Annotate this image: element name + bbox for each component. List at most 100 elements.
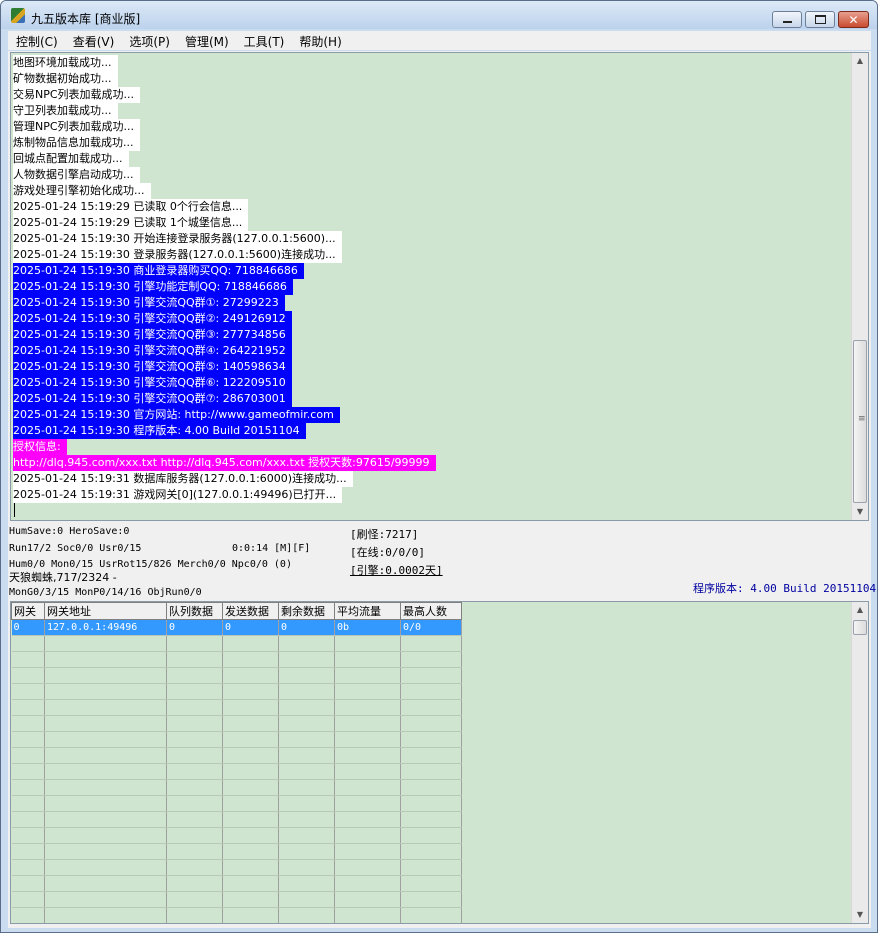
empty-row <box>11 795 462 812</box>
empty-cell <box>44 747 167 764</box>
empty-cell <box>278 651 335 668</box>
log-line-text: 2025-01-24 15:19:29 已读取 1个城堡信息... <box>13 215 249 231</box>
log-line-text: 2025-01-24 15:19:30 登录服务器(127.0.0.1:5600… <box>13 247 342 263</box>
empty-cell <box>166 891 223 908</box>
empty-cell <box>166 715 223 732</box>
empty-cell <box>166 747 223 764</box>
close-button[interactable]: ✕ <box>838 11 869 28</box>
log-line: 2025-01-24 15:19:29 已读取 1个城堡信息... <box>13 215 436 231</box>
empty-cell <box>11 875 45 892</box>
menu-help[interactable]: 帮助(H) <box>291 31 348 50</box>
client-area: 地图环境加载成功... 矿物数据初始成功... 交易NPC列表加载成功... 守卫列表… <box>8 51 876 928</box>
empty-cell <box>222 779 279 796</box>
log-line: 2025-01-24 15:19:29 已读取 0个行会信息... <box>13 199 436 215</box>
empty-cell <box>400 795 462 812</box>
empty-cell <box>11 827 45 844</box>
empty-cell <box>278 683 335 700</box>
empty-cell <box>222 683 279 700</box>
log-line: 授权信息: <box>13 439 436 455</box>
empty-cell <box>278 699 335 716</box>
col-queue[interactable]: 队列数据 <box>166 602 223 620</box>
empty-cell <box>44 763 167 780</box>
empty-cell <box>222 795 279 812</box>
empty-cell <box>44 859 167 876</box>
menu-tools[interactable]: 工具(T) <box>236 31 292 50</box>
log-line-text: 2025-01-24 15:19:30 引擎交流QQ群⑦: 286703001 <box>13 391 292 407</box>
menu-options[interactable]: 选项(P) <box>121 31 177 50</box>
col-gateway[interactable]: 网关 <box>11 602 45 620</box>
log-line: 2025-01-24 15:19:30 引擎交流QQ群⑦: 286703001 <box>13 391 436 407</box>
empty-cell <box>44 635 167 652</box>
empty-cell <box>334 763 401 780</box>
empty-cell <box>11 635 45 652</box>
empty-cell <box>44 715 167 732</box>
empty-cell <box>334 907 401 923</box>
title-bar[interactable]: 九五版本库 [商业版] ✕ <box>1 1 877 29</box>
empty-cell <box>166 843 223 860</box>
log-line-text: 2025-01-24 15:19:30 引擎功能定制QQ: 718846686 <box>13 279 293 295</box>
col-address[interactable]: 网关地址 <box>44 602 167 620</box>
log-line: http://dlq.945.com/xxx.txt http://dlq.94… <box>13 455 436 471</box>
empty-cell <box>222 891 279 908</box>
table-row[interactable]: 0 127.0.0.1:49496 0 0 0 0b 0/0 <box>11 619 462 636</box>
col-avg-traffic[interactable]: 平均流量 <box>334 602 401 620</box>
cell-avg-traffic: 0b <box>334 619 401 636</box>
col-max-users[interactable]: 最高人数 <box>400 602 462 620</box>
empty-cell <box>278 827 335 844</box>
log-panel[interactable]: 地图环境加载成功... 矿物数据初始成功... 交易NPC列表加载成功... 守卫列表… <box>10 52 869 521</box>
empty-cell <box>400 683 462 700</box>
log-line: 2025-01-24 15:19:30 引擎交流QQ群⑥: 122209510 <box>13 375 436 391</box>
empty-cell <box>166 635 223 652</box>
log-scrollbar[interactable]: ▲ ≡ ▼ <box>851 53 868 520</box>
status-panel: HumSave:0 HeroSave:0 Run17/2 Soc0/0 Usr0… <box>8 523 876 599</box>
grid-scroll-down-icon[interactable]: ▼ <box>852 907 868 923</box>
status-refresh: [刷怪:7217] <box>350 528 419 541</box>
empty-cell <box>44 651 167 668</box>
empty-cell <box>400 907 462 923</box>
grid-scroll-thumb[interactable] <box>853 620 867 635</box>
log-line: 2025-01-24 15:19:30 商业登录器购买QQ: 718846686 <box>13 263 436 279</box>
empty-cell <box>44 843 167 860</box>
menu-manage[interactable]: 管理(M) <box>177 31 236 50</box>
empty-cell <box>334 731 401 748</box>
empty-cell <box>11 907 45 923</box>
scroll-thumb[interactable]: ≡ <box>853 340 867 503</box>
scroll-down-icon[interactable]: ▼ <box>852 504 868 520</box>
log-line-text: 2025-01-24 15:19:30 引擎交流QQ群②: 249126912 <box>13 311 292 327</box>
log-line-text: 2025-01-24 15:19:30 引擎交流QQ群①: 27299223 <box>13 295 285 311</box>
empty-cell <box>334 875 401 892</box>
status-online: [在线:0/0/0] <box>350 546 425 559</box>
empty-cell <box>222 715 279 732</box>
log-line-text: 守卫列表加载成功... <box>13 103 118 119</box>
log-line-text: 游戏处理引擎初始化成功... <box>13 183 151 199</box>
empty-cell <box>11 795 45 812</box>
empty-cell <box>334 699 401 716</box>
log-line-text: 管理NPC列表加载成功... <box>13 119 141 135</box>
status-engine[interactable]: [引擎:0.0002天] <box>350 564 443 578</box>
empty-cell <box>400 747 462 764</box>
minimize-button[interactable] <box>772 11 802 28</box>
maximize-button[interactable] <box>805 11 835 28</box>
empty-cell <box>400 843 462 860</box>
app-icon <box>11 8 25 23</box>
menu-control[interactable]: 控制(C) <box>8 31 65 50</box>
log-line: 回城点配置加载成功... <box>13 151 436 167</box>
empty-row <box>11 875 462 892</box>
log-line-text: 2025-01-24 15:19:29 已读取 0个行会信息... <box>13 199 249 215</box>
col-sent[interactable]: 发送数据 <box>222 602 279 620</box>
log-line-text: 交易NPC列表加载成功... <box>13 87 141 103</box>
cell-sent: 0 <box>222 619 279 636</box>
col-remaining[interactable]: 剩余数据 <box>278 602 335 620</box>
empty-cell <box>11 667 45 684</box>
gateway-grid[interactable]: 网关 网关地址 队列数据 发送数据 剩余数据 平均流量 最高人数 0 127.0… <box>10 601 869 924</box>
grid-scroll-up-icon[interactable]: ▲ <box>852 602 868 618</box>
text-caret <box>14 503 15 517</box>
scroll-up-icon[interactable]: ▲ <box>852 53 868 69</box>
grid-scrollbar[interactable]: ▲ ▼ <box>851 602 868 923</box>
log-line-text: 授权信息: <box>13 439 67 455</box>
empty-cell <box>222 843 279 860</box>
empty-cell <box>278 811 335 828</box>
menu-view[interactable]: 查看(V) <box>65 31 122 50</box>
status-humsave: HumSave:0 HeroSave:0 <box>9 526 130 537</box>
log-line: 人物数据引擎启动成功... <box>13 167 436 183</box>
